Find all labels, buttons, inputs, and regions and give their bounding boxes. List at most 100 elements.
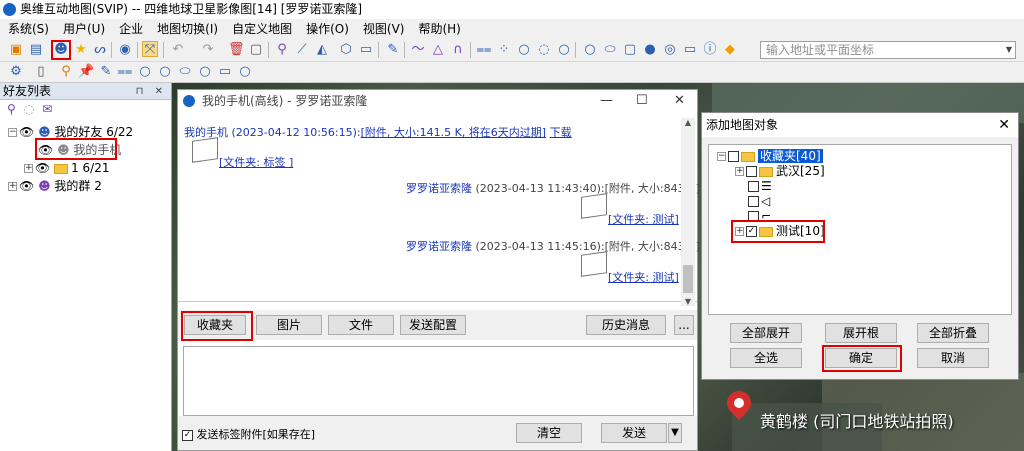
- box-icon[interactable]: [192, 137, 218, 163]
- save-icon[interactable]: ▤: [28, 42, 44, 58]
- attachment-link[interactable]: [附件, 大小:141.5 K, 将在6天内过期]: [361, 126, 546, 139]
- maximize-icon[interactable]: ☐: [636, 90, 648, 112]
- ellipse-icon[interactable]: ⬭: [602, 42, 618, 58]
- download-link[interactable]: 下载: [550, 126, 572, 139]
- star-icon[interactable]: ★: [73, 42, 89, 58]
- redo-icon[interactable]: ↷: [200, 42, 216, 58]
- scroll-up-icon[interactable]: ▲: [681, 118, 695, 127]
- box-icon[interactable]: [581, 251, 607, 277]
- box-icon[interactable]: [581, 193, 607, 219]
- folder-link[interactable]: [文件夹: 测试]: [608, 213, 679, 226]
- settings-icon[interactable]: ⚙: [8, 64, 24, 80]
- expand-root-button[interactable]: 展开根: [825, 323, 897, 343]
- menu-user[interactable]: 用户(U): [63, 20, 105, 37]
- collapse-all-button[interactable]: 全部折叠: [917, 323, 989, 343]
- pin-orange-icon[interactable]: ⚲: [58, 64, 74, 80]
- circle-icon[interactable]: ○: [516, 42, 532, 58]
- chat-icon[interactable]: ◌: [24, 102, 34, 116]
- path-icon[interactable]: ᔕ: [92, 42, 108, 58]
- tree-item-my-groups[interactable]: + 👁 ☻ 我的群 2: [8, 177, 102, 195]
- select-tool-icon[interactable]: ⤧: [142, 41, 158, 57]
- images-button[interactable]: 图片: [256, 315, 322, 335]
- chat-scrollbar[interactable]: ▲ ▼: [681, 118, 695, 306]
- menu-custom-map[interactable]: 自定义地图: [232, 20, 292, 37]
- ellipse-icon-2[interactable]: ⬭: [177, 64, 193, 80]
- hollow-circle-icon[interactable]: ◎: [662, 42, 678, 58]
- circle-icon-3[interactable]: ○: [157, 64, 173, 80]
- message-input[interactable]: [183, 346, 694, 416]
- send-tag-attachment-option[interactable]: ✓ 发送标签附件[如果存在]: [182, 426, 315, 442]
- layer-tree[interactable]: − 收藏夹[40] + 武汉[25] ☰ ◁ ⌐ + ✓ 测试[10]: [708, 144, 1012, 315]
- rect-icon[interactable]: ▭: [682, 42, 698, 58]
- pin-icon[interactable]: ✎: [385, 42, 401, 58]
- scroll-down-icon[interactable]: ▼: [681, 297, 695, 306]
- tree-item-group-1[interactable]: + 👁 1 6/21: [24, 159, 109, 177]
- eye-icon[interactable]: 👁: [35, 161, 50, 175]
- menu-help[interactable]: 帮助(H): [418, 20, 460, 37]
- collapse-icon[interactable]: −: [8, 128, 17, 137]
- folder-link[interactable]: [文件夹: 标签 ]: [219, 156, 293, 169]
- rect-icon-2[interactable]: ▭: [217, 64, 233, 80]
- menu-system[interactable]: 系统(S): [8, 20, 49, 37]
- folder-link[interactable]: [文件夹: 测试]: [608, 271, 679, 284]
- eye-icon[interactable]: 👁: [19, 179, 34, 193]
- circle-tool-icon[interactable]: ○: [582, 42, 598, 58]
- message-2-folder[interactable]: [文件夹: 测试]: [608, 211, 679, 227]
- undo-icon[interactable]: ↶: [170, 42, 186, 58]
- dropdown-arrow-icon[interactable]: ▼: [1006, 42, 1012, 58]
- menu-map-switch[interactable]: 地图切换(I): [157, 20, 218, 37]
- mail-icon[interactable]: ✉: [42, 102, 52, 116]
- address-search-input[interactable]: 输入地址或平面坐标 ▼: [760, 41, 1016, 59]
- layers-icon[interactable]: ◉: [117, 42, 133, 58]
- close-icon[interactable]: ✕: [674, 90, 685, 112]
- expand-icon[interactable]: +: [8, 182, 17, 191]
- ring-icon[interactable]: ○: [556, 42, 572, 58]
- checkbox[interactable]: [748, 181, 759, 192]
- checkbox[interactable]: [746, 166, 757, 177]
- send-config-button[interactable]: 发送配置: [400, 315, 466, 335]
- curve-icon[interactable]: ∩: [450, 42, 466, 58]
- more-button[interactable]: ...: [674, 315, 694, 335]
- clear-button[interactable]: 清空: [516, 423, 582, 443]
- delete-icon[interactable]: 🗑: [228, 42, 245, 58]
- marker-icon[interactable]: ⚲: [274, 42, 290, 58]
- expand-all-button[interactable]: 全部展开: [730, 323, 802, 343]
- checkbox[interactable]: [748, 196, 759, 207]
- hexagon-icon[interactable]: ⬡: [338, 42, 354, 58]
- menu-view[interactable]: 视图(V): [363, 20, 405, 37]
- circle-icon-5[interactable]: ○: [237, 64, 253, 80]
- triangle-icon[interactable]: △: [430, 42, 446, 58]
- pushpin2-icon[interactable]: ✎: [98, 64, 114, 80]
- arc-icon[interactable]: ◌: [536, 42, 552, 58]
- open-folder-icon[interactable]: ▣: [8, 42, 24, 58]
- diamond-icon[interactable]: ◆: [722, 42, 738, 58]
- send-options-arrow-icon[interactable]: ▼: [668, 423, 682, 443]
- road-icon-2[interactable]: ⩵: [117, 64, 133, 80]
- pushpin-icon[interactable]: 📌: [78, 64, 94, 80]
- chat-messages-area[interactable]: 我的手机 (2023-04-12 10:56:15):[附件, 大小:141.5…: [178, 112, 700, 302]
- filled-circle-icon[interactable]: ●: [642, 42, 658, 58]
- document-icon[interactable]: ▯: [33, 64, 49, 80]
- minimize-icon[interactable]: —: [600, 90, 613, 112]
- send-button[interactable]: 发送: [601, 423, 667, 443]
- points-icon[interactable]: ⁘: [496, 42, 512, 58]
- map-landmark-label[interactable]: 黄鹤楼 (司门口地铁站拍照): [760, 408, 954, 432]
- checkbox[interactable]: [728, 151, 739, 162]
- close-icon[interactable]: ✕: [998, 113, 1010, 137]
- circle-icon-4[interactable]: ○: [197, 64, 213, 80]
- square-icon[interactable]: ▢: [248, 42, 264, 58]
- eye-icon[interactable]: 👁: [19, 125, 34, 139]
- area-icon[interactable]: ◭: [314, 42, 330, 58]
- checkbox-checked[interactable]: ✓: [182, 429, 193, 441]
- files-button[interactable]: 文件: [328, 315, 394, 335]
- expand-icon[interactable]: +: [24, 164, 33, 173]
- menu-enterprise[interactable]: 企业: [119, 20, 143, 37]
- search-icon[interactable]: ⚲: [7, 102, 16, 116]
- circle-icon-2[interactable]: ○: [137, 64, 153, 80]
- rounded-rect-icon[interactable]: ▢: [622, 42, 638, 58]
- collapse-icon[interactable]: −: [717, 152, 726, 161]
- history-button[interactable]: 历史消息: [586, 315, 666, 335]
- polyline-icon[interactable]: 〜: [410, 42, 426, 58]
- message-3-folder[interactable]: [文件夹: 测试]: [608, 269, 679, 285]
- video-icon[interactable]: ▭: [358, 42, 374, 58]
